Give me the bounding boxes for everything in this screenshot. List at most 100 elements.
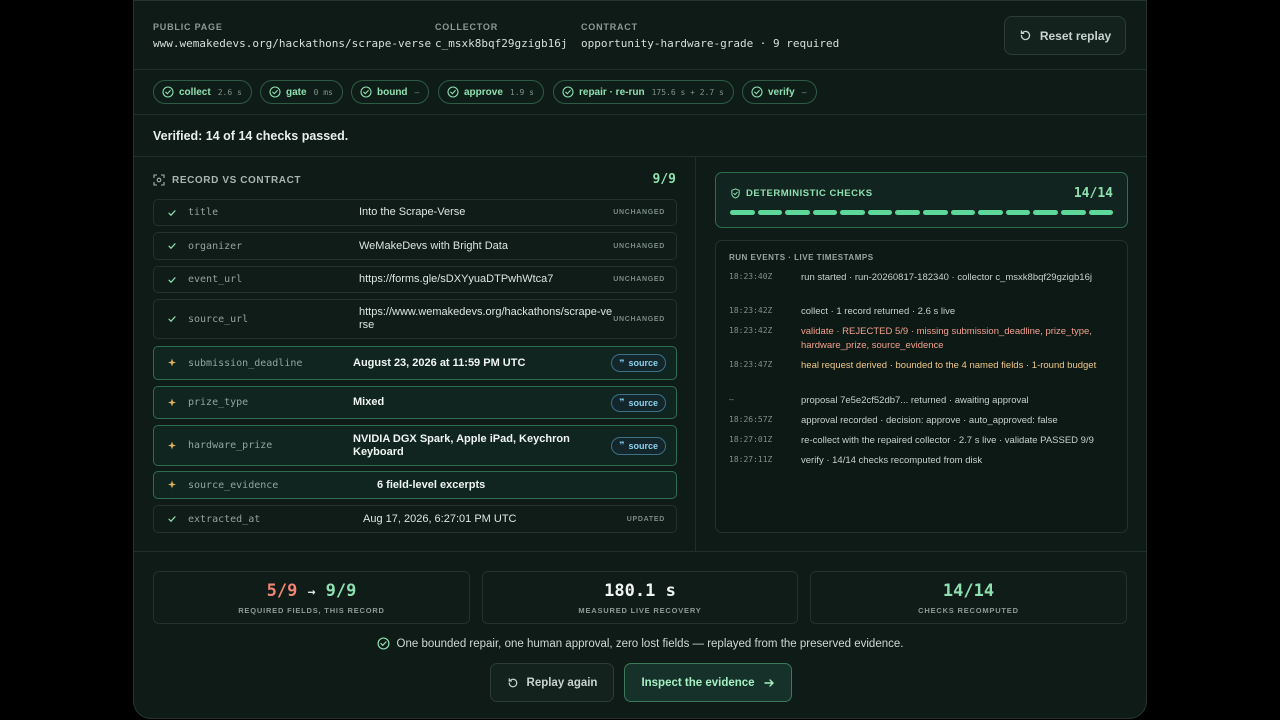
- record-row-extracted-at[interactable]: extracted_at Aug 17, 2026, 6:27:01 PM UT…: [153, 505, 677, 533]
- event-row: 18:26:57Z approval recorded · decision: …: [729, 414, 1119, 428]
- stat-value: 5/9 → 9/9: [154, 581, 469, 601]
- event-timestamp: 18:27:11Z: [729, 455, 773, 464]
- check-icon: [168, 516, 176, 523]
- inspect-evidence-label: Inspect the evidence: [641, 676, 755, 689]
- event-text: validate · REJECTED 5/9 · missing submis…: [801, 326, 1092, 351]
- reset-replay-label: Reset replay: [1039, 28, 1112, 43]
- pipeline-stages: collect 2.6 s gate 0 ms bound — approve …: [134, 70, 1146, 115]
- field-value: 6 field-level excerpts: [377, 478, 486, 491]
- sparkle-icon: [168, 358, 176, 367]
- check-progress-segment: [730, 210, 755, 215]
- stage-time: —: [414, 87, 420, 97]
- field-status-tag: UNCHANGED: [613, 315, 665, 323]
- header: PUBLIC PAGE www.wemakedevs.org/hackathon…: [134, 1, 1146, 70]
- quote-icon: ❞: [619, 357, 625, 368]
- field-value: August 23, 2026 at 11:59 PM UTC: [353, 356, 526, 369]
- stage-gate[interactable]: gate 0 ms: [260, 80, 343, 104]
- field-name: event_url: [188, 274, 243, 285]
- check-progress-segment: [895, 210, 921, 215]
- event-timestamp: 18:23:47Z: [729, 360, 773, 369]
- check-icon: [168, 276, 176, 283]
- deterministic-checks-header: DETERMINISTIC CHECKS: [730, 188, 873, 199]
- field-status-tag: UPDATED: [626, 515, 665, 523]
- event-row: 18:27:01Z re-collect with the repaired c…: [729, 434, 1119, 448]
- reset-replay-button[interactable]: Reset replay: [1004, 16, 1126, 55]
- check-progress-segment: [840, 210, 865, 215]
- field-value: Into the Scrape-Verse: [359, 206, 466, 218]
- stat-value: 14/14: [942, 581, 995, 601]
- event-timestamp: 18:26:57Z: [729, 415, 773, 424]
- stage-approve[interactable]: approve 1.9 s: [438, 80, 544, 104]
- stat-label: REQUIRED FIELDS, THIS RECORD: [238, 606, 385, 615]
- check-progress-segment: [1005, 210, 1031, 215]
- record-row-submission-deadline[interactable]: submission_deadline August 23, 2026 at 1…: [153, 346, 677, 380]
- stage-verify[interactable]: verify —: [742, 80, 817, 104]
- source-badge[interactable]: ❞ source: [611, 393, 666, 412]
- record-section-title: RECORD VS CONTRACT: [172, 174, 302, 186]
- stage-time: 0 ms: [313, 87, 333, 97]
- source-badge-label: source: [628, 358, 658, 368]
- record-count: 9/9: [652, 172, 676, 187]
- check-progress-segment: [1033, 210, 1058, 215]
- check-progress-segment: [950, 210, 976, 215]
- record-row-source-url[interactable]: source_url https://www.wemakedevs.org/ha…: [153, 299, 677, 339]
- field-name: hardware_prize: [188, 440, 273, 451]
- record-row-organizer[interactable]: organizer WeMakeDevs with Bright Data UN…: [153, 232, 677, 260]
- stage-repair-rerun[interactable]: repair · re-run 175.6 s + 2.7 s: [553, 80, 734, 104]
- public-page-label: PUBLIC PAGE: [153, 22, 223, 32]
- check-circle-icon: [162, 86, 174, 98]
- inspect-evidence-button[interactable]: Inspect the evidence: [624, 663, 792, 702]
- deterministic-checks-title: DETERMINISTIC CHECKS: [746, 188, 873, 199]
- event-timestamp: 18:23:42Z: [729, 306, 773, 315]
- rotate-ccw-icon: [508, 677, 517, 687]
- event-row: 18:23:42Z collect · 1 record returned · …: [729, 305, 1119, 319]
- stat-checks-recomputed: 14/14 CHECKS RECOMPUTED: [810, 571, 1127, 624]
- event-row: 18:23:47Z heal request derived · bounded…: [729, 359, 1119, 373]
- collector-value: c_msxk8bqf29gzigb16j: [435, 37, 568, 50]
- stat-value: 180.1 s: [604, 581, 676, 601]
- check-progress-segment: [1060, 210, 1086, 215]
- replay-again-label: Replay again: [526, 676, 598, 689]
- check-circle-icon: [269, 86, 281, 98]
- field-status-tag: UNCHANGED: [613, 209, 665, 216]
- contract-meta: CONTRACT opportunity-hardware-grade · 9 …: [581, 22, 839, 50]
- stat-required-fields: 5/9 → 9/9 REQUIRED FIELDS, THIS RECORD: [153, 571, 470, 624]
- stage-name: collect: [179, 86, 211, 98]
- check-progress-segment: [757, 210, 783, 215]
- event-row: 18:27:11Z verify · 14/14 checks recomput…: [729, 454, 1119, 468]
- check-circle-icon: [751, 86, 763, 98]
- check-icon: [168, 209, 176, 216]
- deterministic-checks-count: 14/14: [1073, 186, 1113, 201]
- sparkle-icon: [168, 480, 176, 489]
- sparkle-icon: [168, 398, 176, 406]
- contract-value: opportunity-hardware-grade · 9 required: [581, 37, 840, 50]
- record-row-title[interactable]: title Into the Scrape-Verse UNCHANGED: [153, 199, 677, 226]
- stat-label: MEASURED LIVE RECOVERY: [578, 606, 702, 615]
- event-text: re-collect with the repaired collector ·…: [801, 435, 1094, 446]
- stage-collect[interactable]: collect 2.6 s: [153, 80, 252, 104]
- record-row-prize-type[interactable]: prize_type Mixed ❞ source: [153, 386, 677, 419]
- arrow-right-icon: →: [307, 585, 316, 600]
- check-circle-icon: [377, 637, 390, 650]
- field-name: prize_type: [188, 397, 249, 408]
- replay-again-button[interactable]: Replay again: [490, 663, 614, 702]
- source-badge[interactable]: ❞ source: [611, 354, 666, 372]
- event-timestamp: 18:23:40Z: [729, 272, 773, 281]
- field-value: https://www.wemakedevs.org/hackathons/sc…: [359, 306, 613, 331]
- record-row-hardware-prize[interactable]: hardware_prize NVIDIA DGX Spark, Apple i…: [153, 425, 677, 466]
- event-timestamp: 18:23:42Z: [729, 326, 773, 335]
- field-name: extracted_at: [188, 513, 261, 525]
- field-value: WeMakeDevs with Bright Data: [359, 239, 508, 252]
- check-progress-segment: [812, 210, 838, 215]
- check-progress-segment: [785, 210, 810, 215]
- record-row-source-evidence[interactable]: source_evidence 6 field-level excerpts: [153, 471, 677, 499]
- record-section-header: RECORD VS CONTRACT: [153, 174, 301, 186]
- summary-line: One bounded repair, one human approval, …: [134, 637, 1146, 650]
- field-value: NVIDIA DGX Spark, Apple iPad, Keychron K…: [353, 432, 570, 458]
- stage-bound[interactable]: bound —: [351, 80, 430, 104]
- record-row-event-url[interactable]: event_url https://forms.gle/sDXYyuaDTPwh…: [153, 266, 677, 293]
- scan-icon: [153, 174, 165, 186]
- source-badge[interactable]: ❞ source: [611, 436, 666, 455]
- sparkle-icon: [168, 441, 176, 449]
- arrow-right-icon: [763, 678, 774, 687]
